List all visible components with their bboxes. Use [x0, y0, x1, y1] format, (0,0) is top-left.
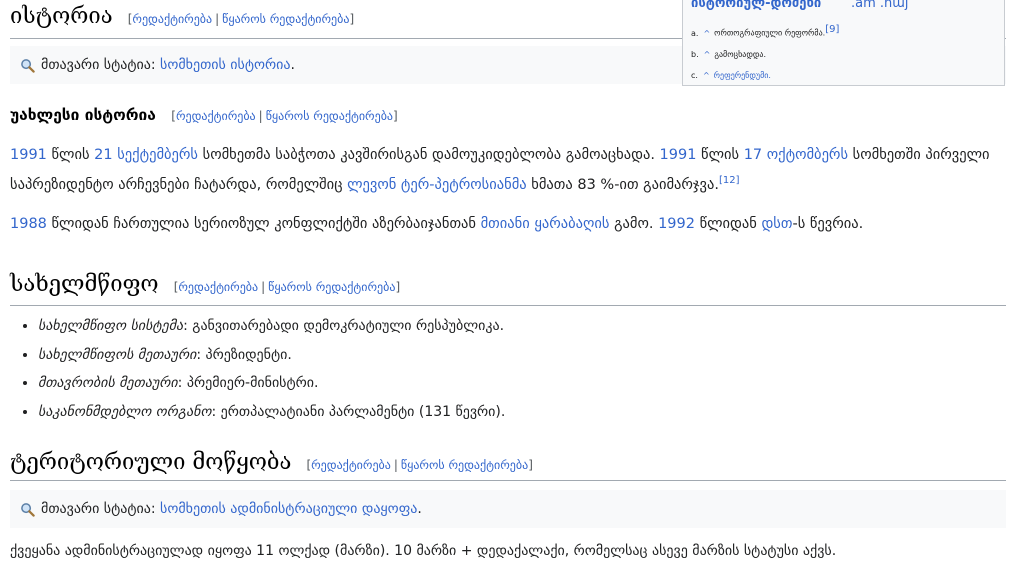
note-item: a. ^ ორთოგრაფიული რეფორმა.[9]	[691, 24, 840, 38]
hatnote-main-article: მთავარი სტატია: სომხეთის ადმინისტრაციული…	[10, 490, 1006, 528]
subheading-recent-history: უახლესი ისტორია [რედაქტირება | წყაროს რედა…	[10, 106, 398, 124]
magnifier-icon	[21, 502, 35, 517]
cis-link[interactable]: დსთ	[761, 216, 792, 232]
section-heading-territorial: ტერიტორიული მოწყობა [რედაქტირება | წყაროს …	[10, 450, 1006, 481]
backlink-caret[interactable]: ^	[704, 50, 711, 59]
note-item: b. ^ გამოცხადდა.	[691, 49, 767, 59]
day-link[interactable]: 21	[94, 147, 112, 163]
edit-link[interactable]: რედაქტირება	[178, 280, 258, 294]
section-heading-government: სახელმწიფო [რედაქტირება | წყაროს რედაქტირე…	[10, 272, 1006, 306]
reference-link[interactable]: [9]	[825, 24, 839, 35]
hatnote-prefix: მთავარი სტატია:	[41, 57, 156, 73]
edit-section-links: [რედაქტირება | წყაროს რედაქტირება]	[306, 458, 533, 472]
month-link[interactable]: ოქტომბერს	[767, 147, 848, 163]
infobox-tld-link[interactable]: .am .հայ	[851, 0, 908, 11]
hatnote-prefix: მთავარი სტატია:	[41, 501, 156, 517]
edit-source-link[interactable]: წყაროს რედაქტირება	[268, 280, 395, 294]
list-item: მთავრობის მეთაური: პრემიერ-მინისტრი.	[38, 369, 505, 398]
note-item: c. ^ რეფერენდუმი.	[691, 70, 771, 80]
infobox-domain-link[interactable]: ისტორიულ-დომენი	[691, 0, 821, 11]
edit-section-links: [რედაქტირება | წყაროს რედაქტირება]	[171, 109, 398, 123]
paragraph-territorial: ქვეყანა ადმინისტრაციულად იყოფა 11 ოლქად …	[10, 543, 837, 559]
edit-section-links: [რედაქტირება | წყაროს რედაქტირება]	[173, 280, 401, 294]
subsection-title: უახლესი ისტორია	[10, 106, 156, 124]
month-link[interactable]: სექტემბერს	[117, 147, 198, 163]
list-item: სახელმწიფოს მეთაური: პრეზიდენტი.	[38, 341, 505, 370]
edit-source-link[interactable]: წყაროს რედაქტირება	[266, 109, 393, 123]
paragraph-conflict: 1988 წლიდან ჩართულია სერიოზულ კონფლიქტში…	[10, 216, 864, 232]
hatnote-link-admin[interactable]: სომხეთის ადმინისტრაციული დაყოფა	[160, 501, 417, 517]
section-title: ისტორია	[10, 4, 113, 29]
edit-source-link[interactable]: წყაროს რედაქტირება	[222, 12, 349, 26]
edit-link[interactable]: რედაქტირება	[311, 458, 391, 472]
government-list: სახელმწიფო სისტემა: განვითარებადი დემოკრ…	[18, 312, 505, 426]
year-link[interactable]: 1991	[660, 147, 697, 163]
notes-list: a. ^ ორთოგრაფიული რეფორმა.[9] b. ^ გამოცხადდ…	[691, 19, 840, 85]
infobox-notes: ისტორიულ-დომენი .am .հայ a. ^ ორთოგრაფიული…	[682, 0, 1005, 86]
section-title: სახელმწიფო	[10, 272, 159, 297]
backlink-caret[interactable]: ^	[703, 71, 710, 80]
year-link[interactable]: 1988	[10, 216, 47, 232]
edit-section-links: [რედაქტირება | წყაროს რედაქტირება]	[127, 12, 355, 26]
karabakh-link[interactable]: მთიანი ყარაბაღის	[481, 216, 610, 232]
person-link[interactable]: ლევონ ტერ-პეტროსიანმა	[347, 177, 527, 193]
year-link[interactable]: 1991	[10, 147, 47, 163]
referendum-link[interactable]: რეფერენდუმი.	[714, 71, 771, 80]
edit-link[interactable]: რედაქტირება	[132, 12, 212, 26]
paragraph-independence: 1991 წლის 21 სექტემბერს სომხეთმა საბჭოთა…	[10, 147, 990, 193]
backlink-caret[interactable]: ^	[703, 29, 710, 38]
edit-link[interactable]: რედაქტირება	[176, 109, 256, 123]
list-item: სახელმწიფო სისტემა: განვითარებადი დემოკრ…	[38, 312, 505, 341]
hatnote-link-history[interactable]: სომხეთის ისტორია	[160, 57, 291, 73]
magnifier-icon	[21, 58, 35, 73]
list-item: საკანონმდებლო ორგანო: ერთპალატიანი პარლა…	[38, 398, 505, 427]
section-title: ტერიტორიული მოწყობა	[10, 450, 292, 475]
reference-link[interactable]: [12]	[719, 175, 740, 186]
day-link[interactable]: 17	[744, 147, 762, 163]
year-link[interactable]: 1992	[658, 216, 695, 232]
edit-source-link[interactable]: წყაროს რედაქტირება	[401, 458, 528, 472]
